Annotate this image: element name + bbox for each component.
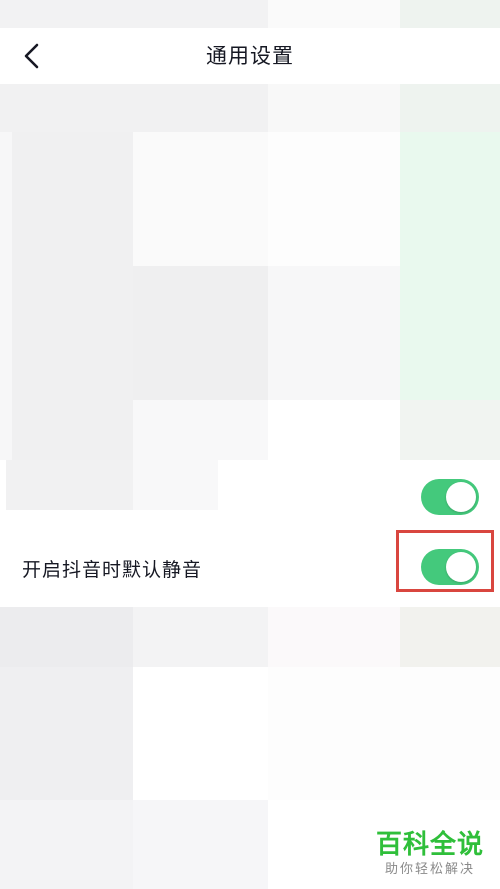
watermark-logo: 百科全说 助你轻松解决: [374, 829, 486, 879]
nav-header: 通用设置: [0, 28, 500, 84]
upper-toggle-switch[interactable]: [421, 479, 479, 515]
page-title: 通用设置: [206, 44, 294, 68]
highlight-annotation-box: [396, 530, 494, 592]
blurred-label-right: [133, 460, 218, 510]
watermark-title: 百科全说: [375, 830, 484, 860]
setting-row-upper: [0, 460, 500, 530]
toggle-knob: [446, 482, 476, 512]
watermark-subtitle: 助你轻松解决: [384, 862, 475, 877]
default-mute-label: 开启抖音时默认静音: [22, 559, 203, 581]
blurred-label: [6, 460, 133, 510]
